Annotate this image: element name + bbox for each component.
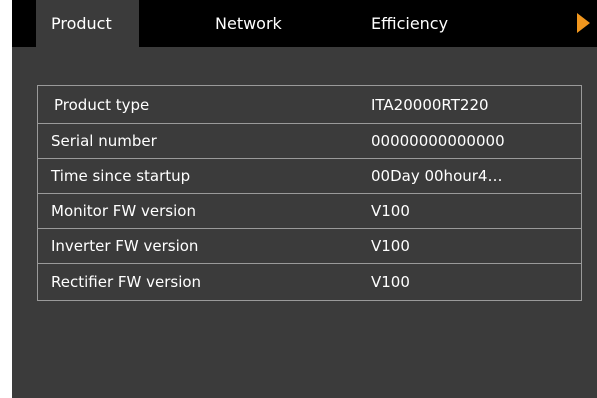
rectifier-fw-version-label: Rectifier FW version [51, 273, 202, 291]
next-tab-arrow-icon[interactable] [577, 13, 590, 33]
table-row: Product type ITA20000RT220 [38, 86, 581, 124]
tab-network-label: Network [215, 14, 282, 33]
tab-efficiency-label: Efficiency [371, 14, 449, 33]
serial-number-label: Serial number [51, 132, 157, 150]
table-row: Inverter FW version V100 [38, 229, 581, 264]
table-row: Monitor FW version V100 [38, 194, 581, 229]
product-type-label: Product type [54, 95, 150, 114]
tab-product[interactable]: Product [36, 0, 139, 47]
product-type-value: ITA20000RT220 [371, 95, 489, 114]
monitor-fw-version-label: Monitor FW version [51, 202, 196, 220]
table-row: Serial number 00000000000000 [38, 124, 581, 159]
table-row: Time since startup 00Day 00hour4… [38, 159, 581, 194]
time-since-startup-label: Time since startup [51, 167, 191, 185]
product-info-screen: Product Network Efficiency Product type … [12, 0, 597, 398]
tab-network[interactable]: Network [215, 0, 282, 47]
table-row: Rectifier FW version V100 [38, 264, 581, 300]
inverter-fw-version-value: V100 [371, 237, 410, 255]
serial-number-value: 00000000000000 [371, 132, 505, 150]
inverter-fw-version-label: Inverter FW version [51, 237, 199, 255]
tab-bar: Product Network Efficiency [12, 0, 597, 47]
tab-efficiency[interactable]: Efficiency [371, 0, 448, 47]
product-info-table: Product type ITA20000RT220 Serial number… [37, 85, 582, 301]
time-since-startup-value: 00Day 00hour4… [371, 167, 503, 185]
rectifier-fw-version-value: V100 [371, 273, 410, 291]
tab-product-label: Product [51, 14, 112, 33]
monitor-fw-version-value: V100 [371, 202, 410, 220]
